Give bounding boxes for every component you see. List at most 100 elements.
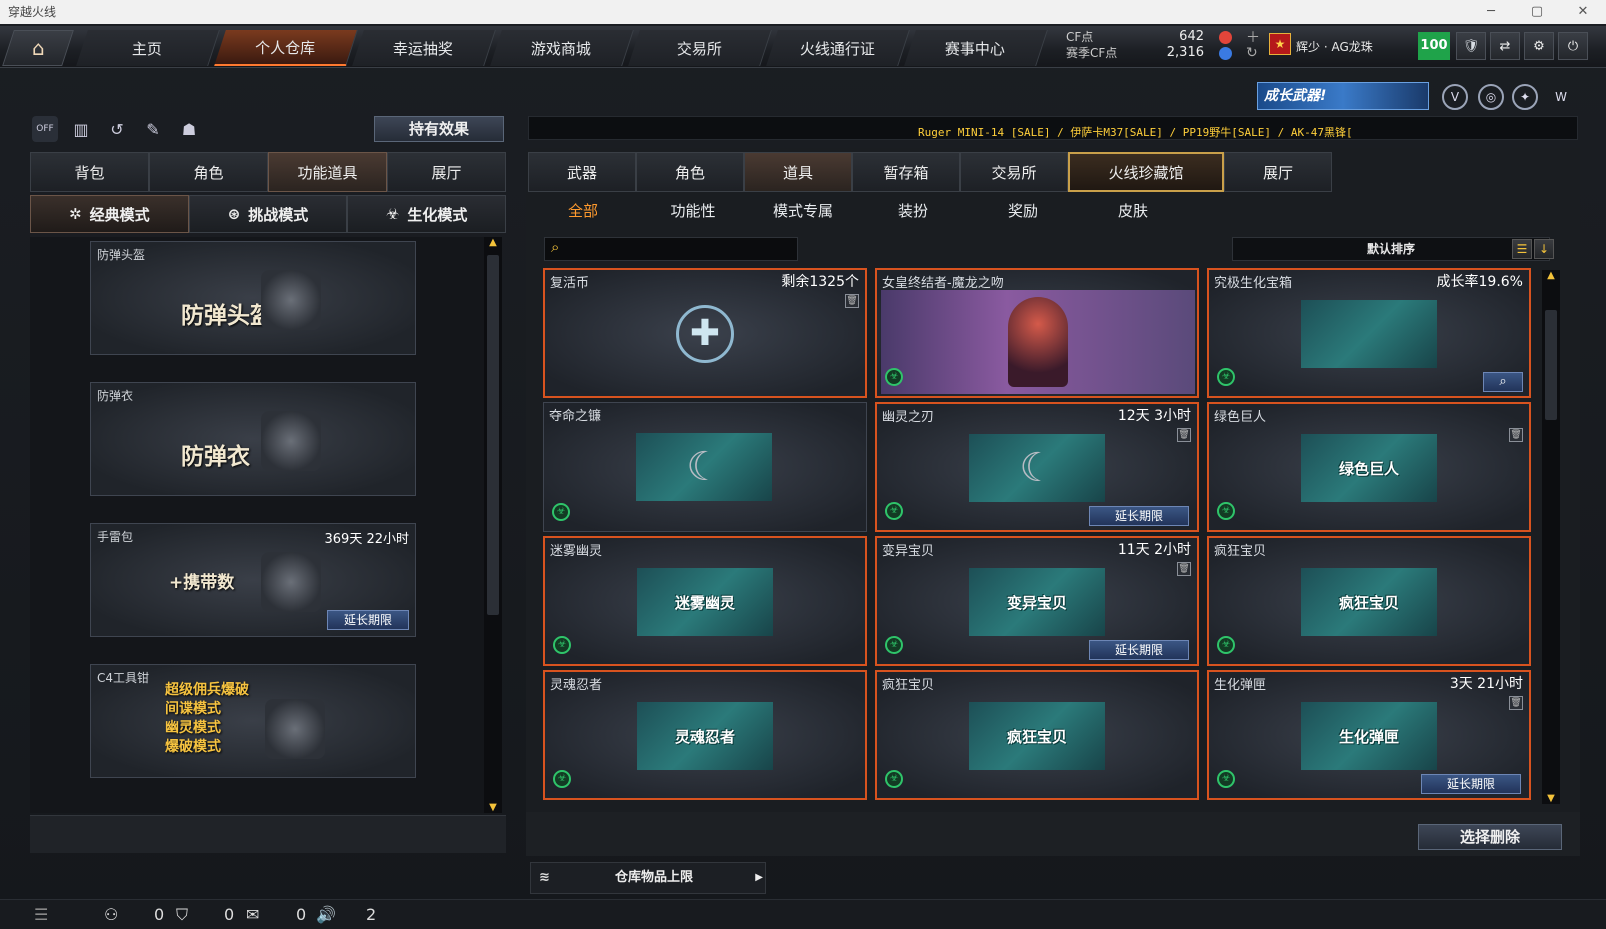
switch-button[interactable]: ⇄ (1490, 32, 1520, 60)
mode-tab[interactable]: ☣ 生化模式 (347, 195, 507, 233)
nav-tab[interactable]: 火线通行证 (766, 30, 910, 66)
sub-tab[interactable]: 全部 (528, 196, 638, 226)
right-tab[interactable]: 道具 (744, 152, 852, 192)
item-card[interactable]: 疯狂宝贝 疯狂宝贝 ☣ (875, 670, 1199, 800)
sub-tab[interactable]: 皮肤 (1078, 196, 1188, 226)
right-tab[interactable]: 角色 (636, 152, 744, 192)
mode-tab[interactable]: ⊛ 挑战模式 (188, 195, 348, 233)
left-tab[interactable]: 展厅 (387, 152, 506, 192)
scroll-thumb[interactable] (1545, 310, 1557, 420)
extend-button[interactable]: 延长期限 (327, 610, 409, 630)
trash-icon[interactable]: 🗑 (1509, 696, 1523, 710)
right-tab[interactable]: 交易所 (960, 152, 1068, 192)
maximize-icon[interactable]: ▢ (1514, 0, 1560, 24)
effect-button[interactable]: 持有效果 (374, 116, 504, 142)
sort-dropdown[interactable]: 默认排序 (1232, 237, 1550, 261)
delete-selected-button[interactable]: 选择删除 (1418, 824, 1562, 850)
item-card[interactable]: 迷雾幽灵 迷雾幽灵 ☣ (543, 536, 867, 666)
item-name: 疯狂宝贝 (882, 678, 935, 693)
item-card[interactable]: 女皇终结者-魔龙之吻 ☣ (875, 268, 1199, 398)
friends-icon[interactable]: ⚇ (104, 905, 118, 924)
nav-tab[interactable]: 赛事中心 (904, 30, 1048, 66)
scroll-down-icon[interactable]: ▼ (1542, 793, 1560, 804)
sub-tab[interactable]: 装扮 (858, 196, 968, 226)
item-card[interactable]: 绿色巨人 绿色巨人 ☣ 🗑 (1207, 402, 1531, 532)
left-tab[interactable]: 背包 (30, 152, 149, 192)
trash-icon[interactable]: 🗑 (1509, 428, 1523, 442)
zombie-mode-icon: ☣ (553, 770, 571, 788)
left-item-card[interactable]: 防弹头盔 防弹头盔 (90, 241, 416, 355)
right-tab[interactable]: 展厅 (1224, 152, 1332, 192)
left-item-card[interactable]: C4工具钳 超级佣兵爆破 间谍模式 幽灵模式 爆破模式 (90, 664, 416, 778)
shield-small-icon[interactable]: ⛉ (176, 905, 188, 925)
event-cf-label: 赛季CF点 (1066, 46, 1118, 60)
badge-v-icon[interactable]: V (1442, 84, 1468, 110)
item-card[interactable]: 生化弹匣 3天 21小时 生化弹匣 ☣ 🗑 延长期限 (1207, 670, 1531, 800)
magnify-button[interactable]: ⌕ (1483, 372, 1523, 392)
sub-tab[interactable]: 功能性 (638, 196, 748, 226)
item-card[interactable]: 夺命之镰 ☾ ☣ (543, 402, 867, 532)
capacity-bar[interactable]: ≋ 仓库物品上限 ▶ (530, 862, 766, 894)
right-scrollbar[interactable]: ▲ ▼ (1542, 270, 1560, 804)
sub-tab[interactable]: 模式专属 (748, 196, 858, 226)
extend-button[interactable]: 延长期限 (1089, 506, 1189, 526)
search-input[interactable]: ⌕ (544, 237, 798, 261)
add-cf-icon[interactable]: ＋ (1246, 27, 1260, 47)
stats-icon[interactable]: ▥ (68, 116, 94, 142)
left-item-card[interactable]: 手雷包 369天 22小时 +携带数 延长期限 (90, 523, 416, 637)
nav-tab[interactable]: 个人仓库 (214, 30, 358, 66)
extend-button[interactable]: 延长期限 (1421, 774, 1521, 794)
nav-tab[interactable]: 幸运抽奖 (352, 30, 496, 66)
history-icon[interactable]: ↺ (104, 116, 130, 142)
mode-tab[interactable]: ✲ 经典模式 (30, 195, 189, 233)
speaker-icon[interactable]: 🔊 (316, 905, 336, 924)
item-name: 变异宝贝 (882, 544, 935, 559)
sort-direction-icon[interactable]: ↓ (1534, 239, 1554, 259)
nav-tab[interactable]: 交易所 (628, 30, 772, 66)
rocket-icon[interactable]: ✦ (1512, 84, 1538, 110)
scroll-thumb[interactable] (487, 255, 499, 615)
toggle-off-icon[interactable]: OFF (32, 116, 58, 142)
sub-tab[interactable]: 奖励 (968, 196, 1078, 226)
shield-button[interactable]: 🛡 (1456, 32, 1486, 60)
nav-tab[interactable]: 游戏商城 (490, 30, 634, 66)
item-card[interactable]: 幽灵之刃 12天 3小时 ☾ ☣ 🗑 延长期限 (875, 402, 1199, 532)
right-tab[interactable]: 暂存箱 (852, 152, 960, 192)
trash-icon[interactable]: 🗑 (1177, 428, 1191, 442)
item-card[interactable]: 复活币 剩余1325个 ✚ 🗑 (543, 268, 867, 398)
power-icon: ⏻ (1567, 38, 1579, 54)
item-card[interactable]: 变异宝贝 11天 2小时 变异宝贝 ☣ 🗑 延长期限 (875, 536, 1199, 666)
close-icon[interactable]: ✕ (1560, 0, 1606, 24)
list-view-icon[interactable]: ☰ (1512, 239, 1532, 259)
globe-icon[interactable]: ◎ (1478, 84, 1504, 110)
power-button[interactable]: ⏻ (1558, 32, 1588, 60)
item-card[interactable]: 究极生化宝箱 成长率19.6% ☣ ⌕ (1207, 268, 1531, 398)
left-tabs: 背包 角色 功能道具 展厅 (30, 152, 506, 192)
left-item-card[interactable]: 防弹衣 防弹衣 (90, 382, 416, 496)
menu-icon[interactable]: ☰ (34, 905, 48, 924)
left-tab[interactable]: 角色 (149, 152, 268, 192)
bag-icon[interactable]: ☗ (176, 116, 202, 142)
item-card[interactable]: 灵魂忍者 灵魂忍者 ☣ (543, 670, 867, 800)
right-tab[interactable]: 武器 (528, 152, 636, 192)
nav-tab[interactable]: 主页 (76, 30, 220, 66)
mode-label: 经典模式 (89, 205, 150, 224)
refresh-icon[interactable]: ↻ (1246, 45, 1258, 61)
right-tab[interactable]: 火线珍藏馆 (1068, 152, 1224, 192)
wing-icon[interactable]: W (1548, 84, 1574, 110)
minimize-icon[interactable]: ─ (1468, 0, 1514, 24)
edit-icon[interactable]: ✎ (140, 116, 166, 142)
scroll-up-icon[interactable]: ▲ (1542, 270, 1560, 281)
scroll-down-icon[interactable]: ▼ (484, 802, 502, 813)
left-scrollbar[interactable]: ▲ ▼ (484, 237, 502, 813)
chat-icon[interactable]: ✉ (246, 905, 259, 924)
scroll-up-icon[interactable]: ▲ (484, 237, 502, 248)
trash-icon[interactable]: 🗑 (845, 294, 859, 308)
settings-button[interactable]: ⚙ (1524, 32, 1554, 60)
promo-banner[interactable]: 成长武器! (1257, 82, 1429, 110)
home-button[interactable]: ⌂ (2, 30, 74, 66)
trash-icon[interactable]: 🗑 (1177, 562, 1191, 576)
extend-button[interactable]: 延长期限 (1089, 640, 1189, 660)
item-card[interactable]: 疯狂宝贝 疯狂宝贝 ☣ (1207, 536, 1531, 666)
left-tab[interactable]: 功能道具 (268, 152, 387, 192)
